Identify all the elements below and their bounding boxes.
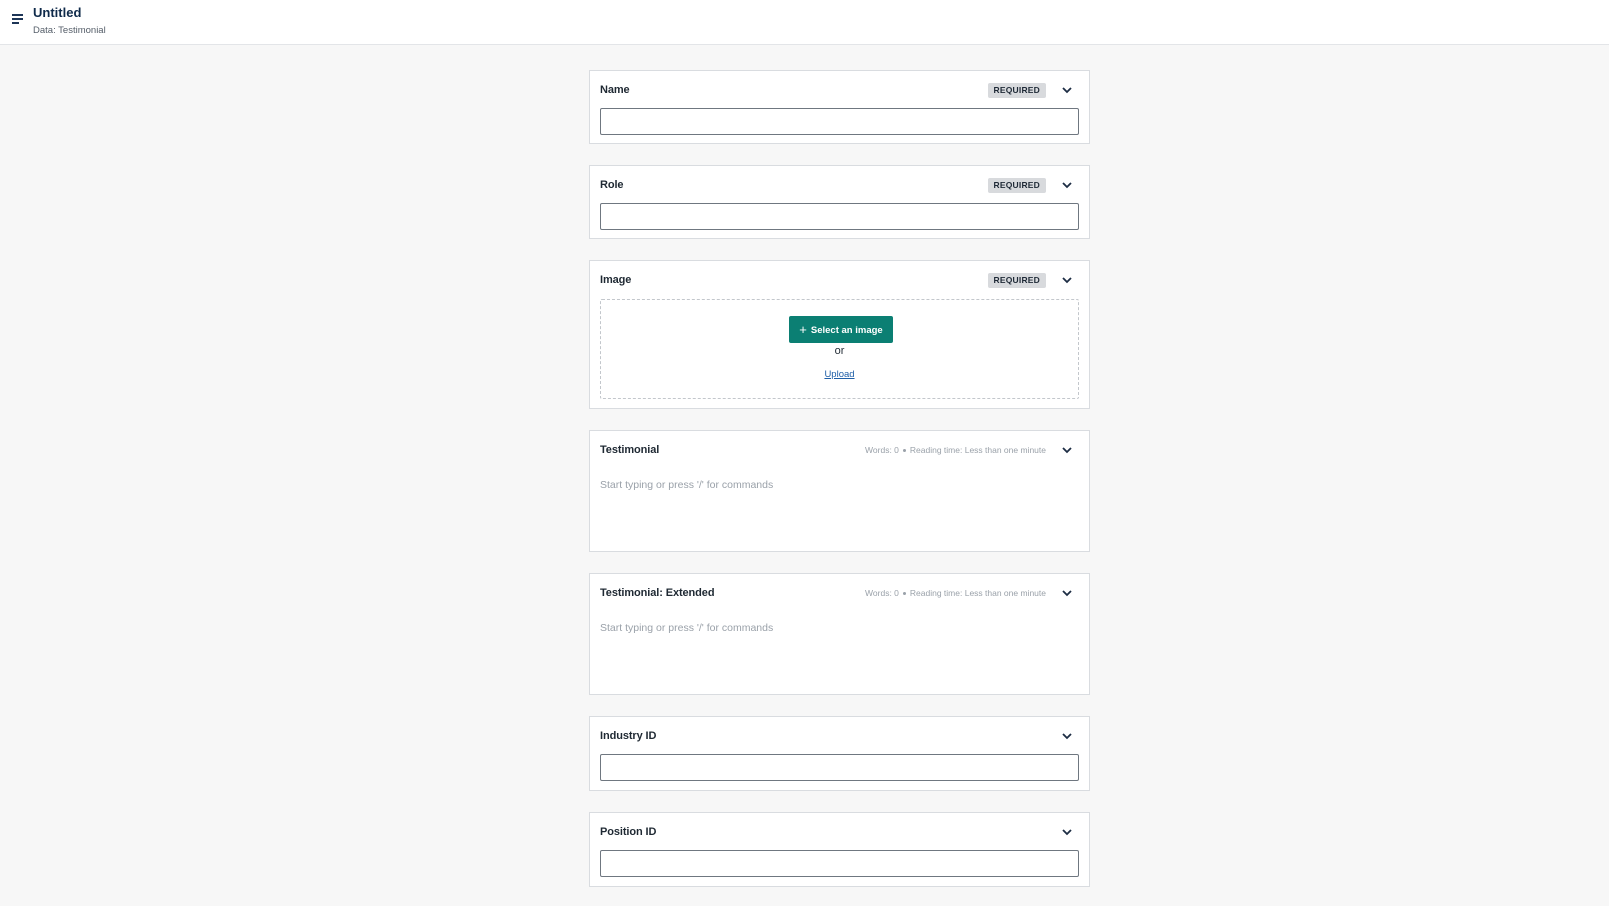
position-id-input[interactable] — [600, 850, 1079, 877]
chevron-down-icon[interactable] — [1060, 443, 1074, 457]
top-bar: Untitled Data: Testimonial — [0, 0, 1609, 45]
select-image-button[interactable]: + Select an image — [789, 316, 893, 343]
chevron-down-icon[interactable] — [1060, 586, 1074, 600]
chevron-down-icon[interactable] — [1060, 729, 1074, 743]
upload-link[interactable]: Upload — [601, 369, 1078, 380]
field-label: Testimonial: Extended — [600, 587, 715, 599]
field-role: Role REQUIRED — [589, 165, 1090, 239]
industry-id-input[interactable] — [600, 754, 1079, 781]
name-input[interactable] — [600, 108, 1079, 135]
field-label: Name — [600, 84, 630, 96]
image-dropzone[interactable]: + Select an image or Upload — [600, 299, 1079, 399]
role-input[interactable] — [600, 203, 1079, 230]
required-badge: REQUIRED — [987, 83, 1046, 98]
or-text: or — [834, 345, 845, 357]
testimonial-extended-editor[interactable]: Start typing or press '/' for commands — [600, 622, 1079, 682]
field-position-id: Position ID — [589, 812, 1090, 887]
field-testimonial-extended: Testimonial: Extended Words: 0 Reading ti… — [589, 573, 1090, 695]
chevron-down-icon[interactable] — [1060, 178, 1074, 192]
field-label: Role — [600, 179, 624, 191]
word-count: Words: 0 Reading time: Less than one minu… — [865, 445, 1046, 455]
field-label: Testimonial — [600, 444, 660, 456]
document-title: Untitled — [33, 5, 82, 20]
plus-icon: + — [799, 322, 807, 337]
chevron-down-icon[interactable] — [1060, 825, 1074, 839]
field-label: Position ID — [600, 826, 657, 838]
required-badge: REQUIRED — [987, 178, 1046, 193]
field-industry-id: Industry ID — [589, 716, 1090, 791]
word-count: Words: 0 Reading time: Less than one minu… — [865, 588, 1046, 598]
document-subtitle: Data: Testimonial — [33, 25, 106, 36]
testimonial-editor[interactable]: Start typing or press '/' for commands — [600, 479, 1079, 539]
field-label: Image — [600, 274, 632, 286]
field-image: Image REQUIRED + Select an image or Uploa… — [589, 260, 1090, 409]
chevron-down-icon[interactable] — [1060, 83, 1074, 97]
menu-icon[interactable] — [12, 14, 26, 28]
field-label: Industry ID — [600, 730, 657, 742]
field-name: Name REQUIRED — [589, 70, 1090, 144]
required-badge: REQUIRED — [987, 273, 1046, 288]
chevron-down-icon[interactable] — [1060, 273, 1074, 287]
field-testimonial: Testimonial Words: 0 Reading time: Less t… — [589, 430, 1090, 552]
